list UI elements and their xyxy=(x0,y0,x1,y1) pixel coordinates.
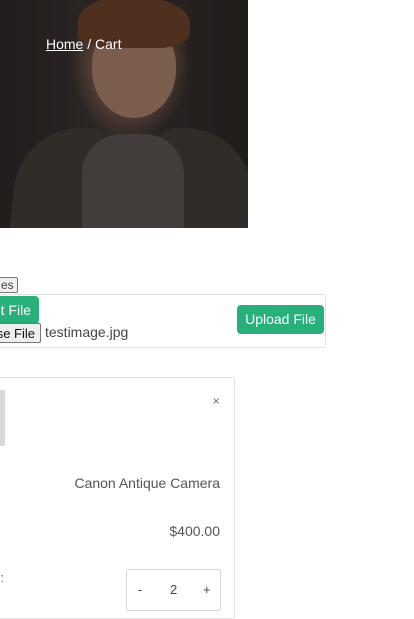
quantity-value[interactable]: 2 xyxy=(170,582,177,597)
remove-item-icon[interactable]: × xyxy=(212,396,220,407)
select-file-button[interactable]: t File xyxy=(0,296,39,324)
breadcrumb-home-link[interactable]: Home xyxy=(46,36,83,52)
product-price: $400.00 xyxy=(169,523,220,539)
product-name: Canon Antique Camera xyxy=(74,475,220,491)
quantity-decrement-button[interactable]: - xyxy=(138,582,142,597)
breadcrumb: Home / Cart xyxy=(46,36,121,52)
hero-overlay xyxy=(0,0,248,228)
upload-file-button[interactable]: Upload File xyxy=(237,305,324,334)
hero-banner: Home / Cart xyxy=(0,0,248,228)
quantity-label: r: xyxy=(0,570,4,585)
selected-file-name: testimage.jpg xyxy=(45,324,129,340)
quantity-increment-button[interactable]: + xyxy=(203,582,211,597)
quantity-stepper[interactable]: - 2 + xyxy=(126,569,221,611)
product-thumbnail xyxy=(0,390,5,446)
choose-file-button[interactable]: se File xyxy=(0,323,41,343)
breadcrumb-current: Cart xyxy=(95,36,122,52)
breadcrumb-separator: / xyxy=(83,36,96,52)
partial-input-box[interactable]: es xyxy=(0,277,18,293)
